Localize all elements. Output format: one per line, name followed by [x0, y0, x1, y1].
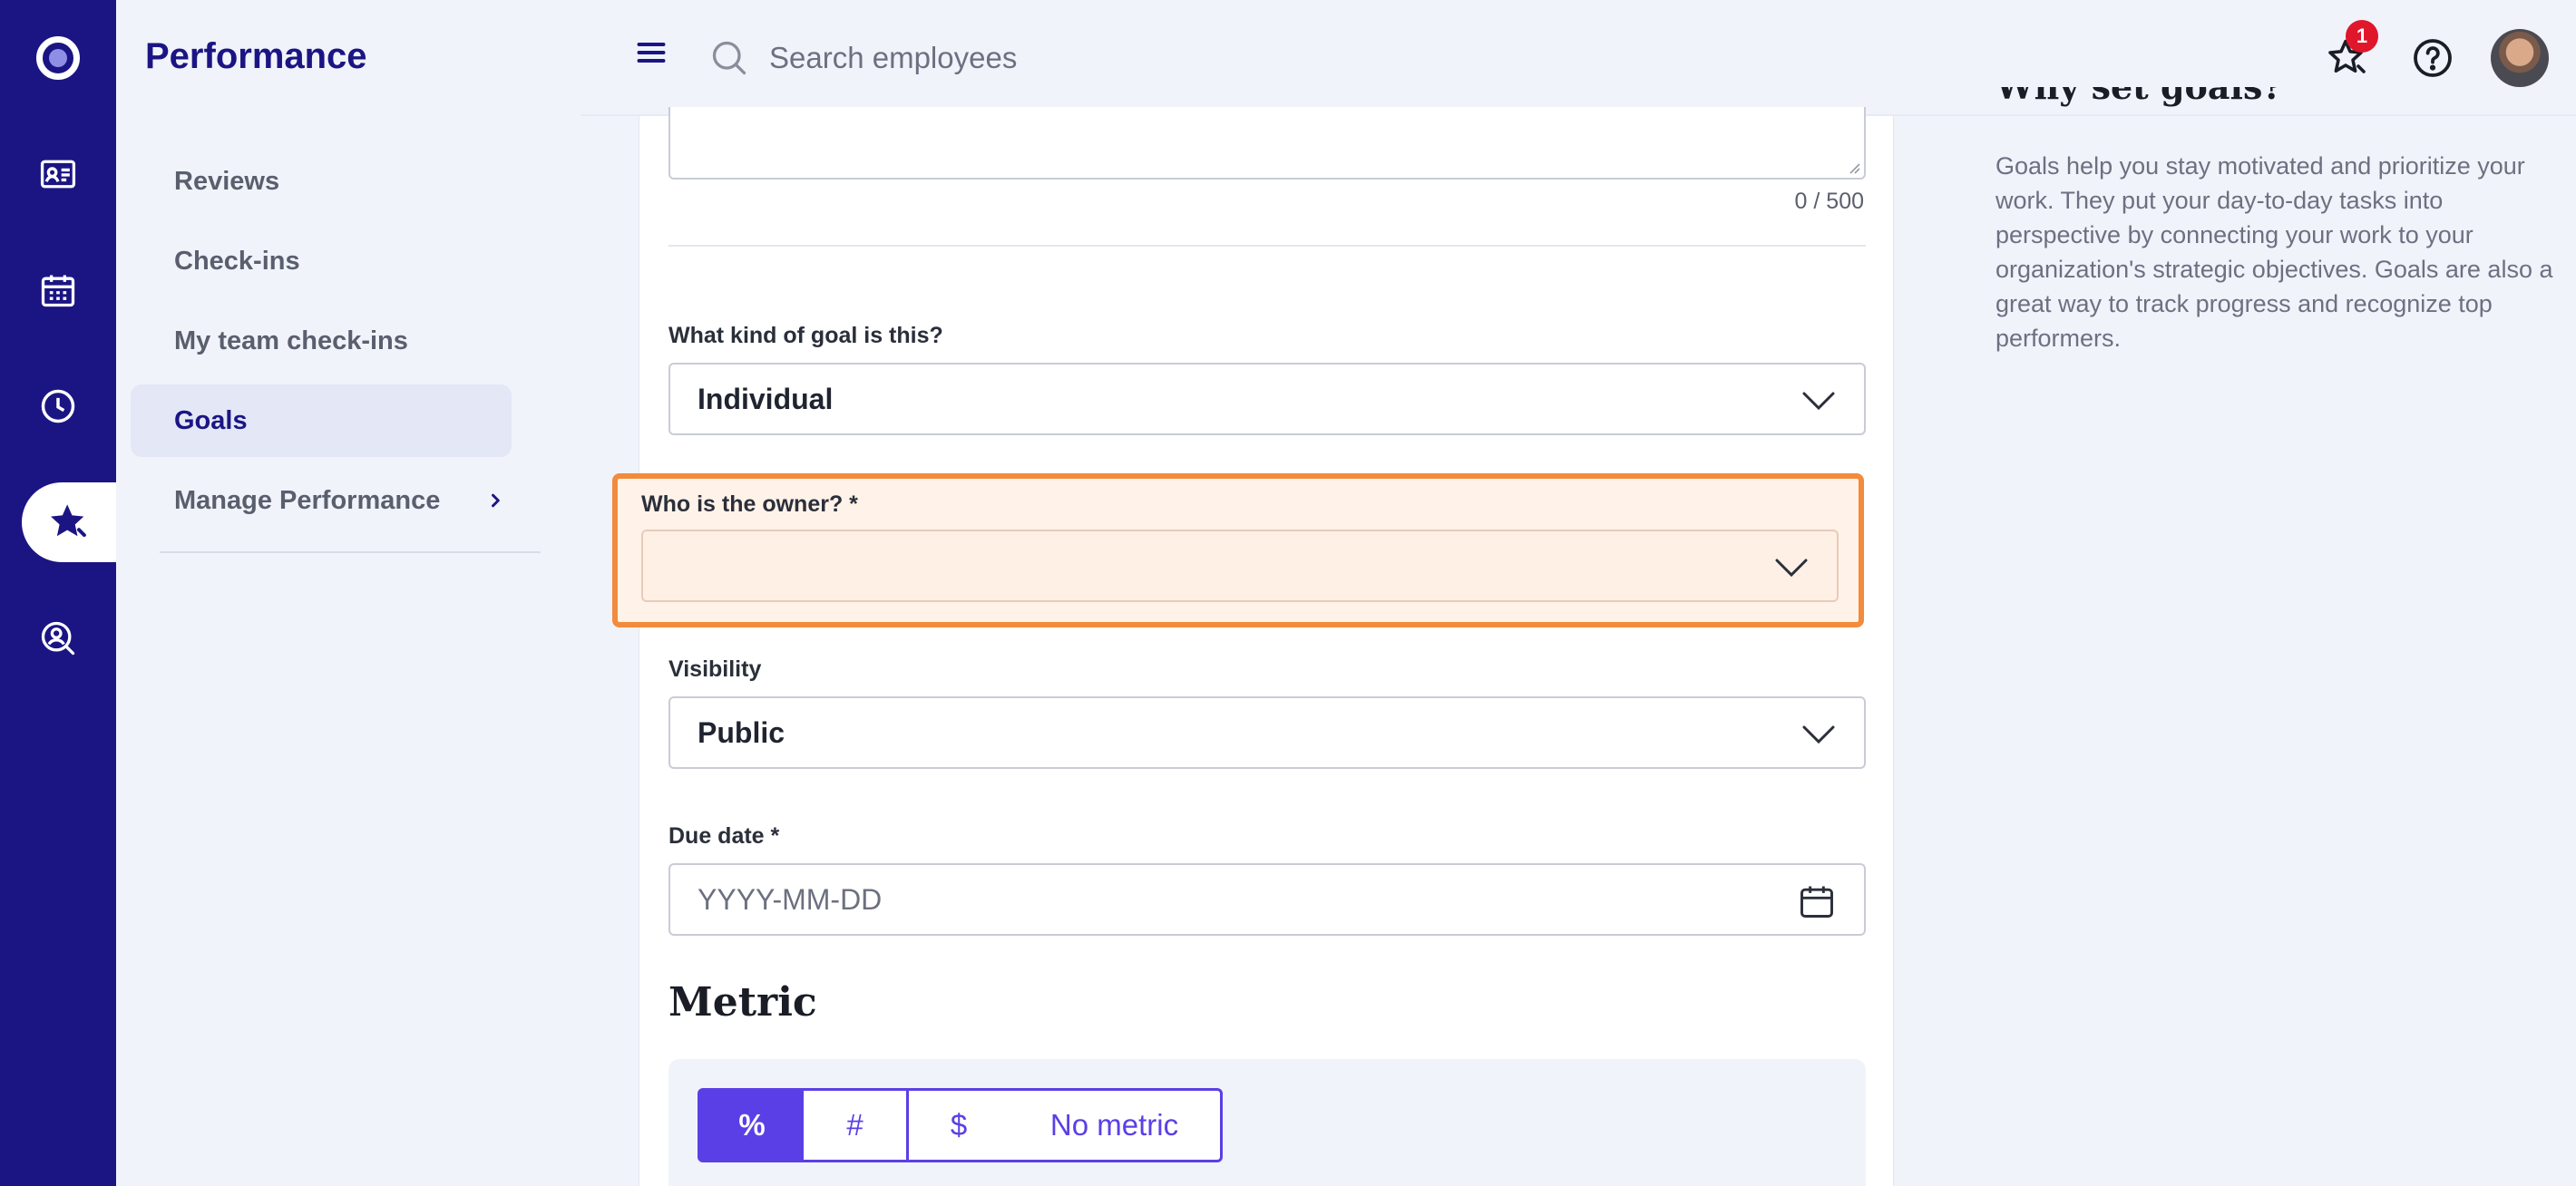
help-title: Why set goals?	[1995, 87, 2540, 123]
sidebar-item-label: My team check-ins	[174, 326, 408, 355]
chevron-right-icon	[479, 484, 512, 517]
calendar-icon[interactable]	[1797, 881, 1837, 921]
secondary-sidebar: Performance Reviews Check-ins My team ch…	[116, 0, 581, 1186]
metric-option-none[interactable]: No metric	[1009, 1088, 1223, 1162]
notification-badge: 1	[2346, 20, 2378, 53]
sidebar-item-reviews[interactable]: Reviews	[131, 145, 512, 218]
calendar-icon[interactable]	[0, 250, 116, 330]
metric-option-currency[interactable]: $	[906, 1088, 1011, 1162]
search-icon	[712, 41, 746, 75]
clock-icon[interactable]	[0, 366, 116, 446]
goal-type-label: What kind of goal is this?	[668, 323, 943, 348]
help-icon[interactable]	[2411, 36, 2454, 80]
sidebar-item-label: Manage Performance	[174, 485, 441, 515]
visibility-select[interactable]: Public	[668, 696, 1866, 769]
due-date-placeholder: YYYY-MM-DD	[698, 882, 883, 916]
metric-option-number[interactable]: #	[804, 1088, 909, 1162]
metric-option-percent[interactable]: %	[698, 1088, 806, 1162]
goal-form-card: 0 / 500 What kind of goal is this? Indiv…	[612, 107, 1894, 1186]
due-date-input[interactable]: YYYY-MM-DD	[668, 863, 1866, 936]
help-text: Goals help you stay motivated and priori…	[1995, 152, 2553, 352]
sidebar-item-label: Reviews	[174, 166, 280, 196]
goal-type-value: Individual	[698, 382, 834, 415]
sidebar-item-label: Check-ins	[174, 246, 300, 276]
icon-rail	[0, 0, 116, 1186]
visibility-value: Public	[698, 715, 785, 749]
owner-label: Who is the owner? *	[641, 491, 858, 517]
due-date-label: Due date *	[668, 823, 780, 849]
form-divider	[668, 245, 1866, 247]
character-count: 0 / 500	[1794, 189, 1864, 214]
metric-heading: Metric	[668, 979, 817, 1026]
logo-icon[interactable]	[36, 36, 80, 80]
description-textarea[interactable]	[668, 107, 1866, 180]
owner-select[interactable]	[641, 530, 1839, 602]
id-card-icon[interactable]	[0, 134, 116, 214]
chevron-down-icon	[1775, 559, 1808, 578]
resize-handle-icon[interactable]	[1846, 160, 1860, 174]
visibility-label: Visibility	[668, 656, 762, 682]
section-title: Performance	[145, 36, 367, 76]
goal-type-select[interactable]: Individual	[668, 363, 1866, 435]
chevron-down-icon	[1802, 725, 1835, 744]
sidebar-item-goals[interactable]: Goals	[131, 384, 512, 457]
menu-icon[interactable]	[635, 36, 668, 69]
search-person-icon[interactable]	[0, 598, 116, 678]
sidebar-item-label: Goals	[174, 405, 248, 435]
sidebar-divider	[160, 551, 541, 553]
avatar[interactable]	[2491, 29, 2549, 87]
sidebar-item-check-ins[interactable]: Check-ins	[131, 225, 512, 297]
search-input[interactable]	[769, 29, 1495, 87]
sidebar-item-manage-performance[interactable]: Manage Performance	[131, 464, 512, 537]
owner-field-highlight: Who is the owner? *	[612, 473, 1864, 627]
help-title-text: Why set goals?	[1995, 87, 2540, 105]
sidebar-item-my-team-check-ins[interactable]: My team check-ins	[131, 305, 512, 377]
chevron-down-icon	[1802, 392, 1835, 411]
star-icon[interactable]	[22, 482, 116, 562]
